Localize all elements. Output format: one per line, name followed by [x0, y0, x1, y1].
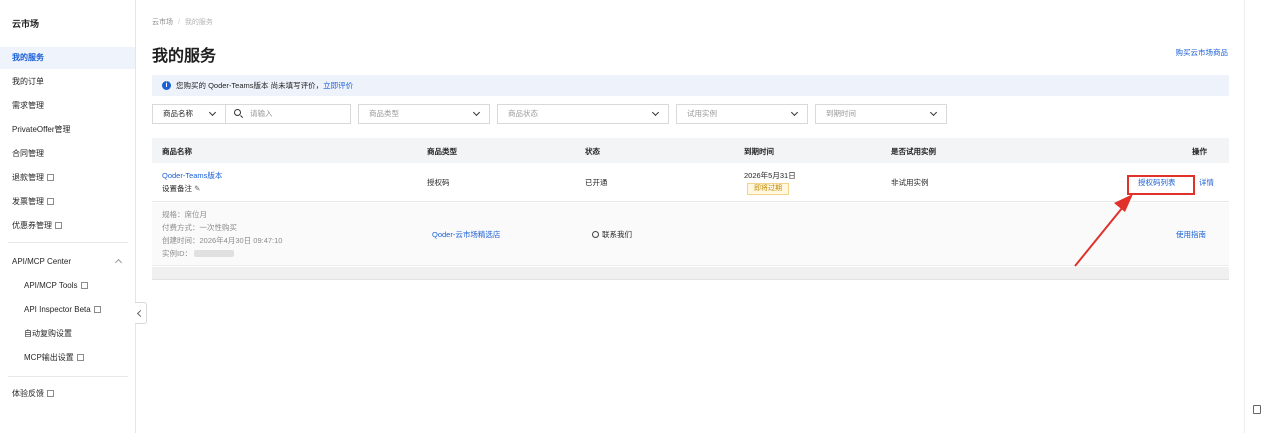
sidebar: 云市场 我的服务 我的订单 需求管理 PrivateOffer管理 合同管理 退…	[0, 0, 136, 433]
external-link-icon	[80, 282, 88, 289]
external-link-icon	[47, 390, 54, 397]
annotation-arrow	[1074, 194, 1133, 267]
sidebar-item-coupons[interactable]: 优惠券管理	[0, 215, 135, 237]
sidebar-item-api-mcp-tools[interactable]: API/MCP Tools	[0, 275, 135, 297]
sidebar-title: 云市场	[12, 19, 40, 29]
sidebar-item-contracts[interactable]: 合同管理	[0, 143, 135, 165]
external-link-icon	[93, 306, 101, 313]
external-link-icon	[76, 354, 84, 361]
sidebar-item-auto-repurchase[interactable]: 自动复购设置	[0, 323, 135, 345]
external-link-icon	[47, 174, 54, 181]
sidebar-item-feedback[interactable]: 体验反馈	[0, 383, 135, 405]
sidebar-item-api-inspector[interactable]: API Inspector Beta	[0, 299, 135, 321]
feedback-icon[interactable]	[1253, 405, 1261, 414]
sidebar-item-refunds[interactable]: 退款管理	[0, 167, 135, 189]
sidebar-item-mcp-output[interactable]: MCP输出设置	[0, 347, 135, 369]
sidebar-item-requirements[interactable]: 需求管理	[0, 95, 135, 117]
main-content: 云市场 / 我的服务 我的服务 购买云市场商品 i 您购买的 Qoder-Tea…	[136, 0, 1244, 433]
arrow-shaft	[1074, 201, 1128, 267]
sidebar-item-private-offer[interactable]: PrivateOffer管理	[0, 119, 135, 141]
sidebar-divider	[8, 376, 128, 377]
sidebar-item-my-services[interactable]: 我的服务	[0, 47, 135, 69]
sidebar-item-invoices[interactable]: 发票管理	[0, 191, 135, 213]
right-toolbar	[1244, 0, 1269, 433]
external-link-icon	[47, 198, 54, 205]
external-link-icon	[55, 222, 62, 229]
sidebar-item-my-orders[interactable]: 我的订单	[0, 71, 135, 93]
chevron-up-icon	[114, 258, 123, 267]
arrow-head	[1114, 194, 1133, 212]
sidebar-group-api-mcp-center[interactable]: API/MCP Center	[0, 251, 135, 273]
sidebar-divider	[8, 242, 128, 243]
